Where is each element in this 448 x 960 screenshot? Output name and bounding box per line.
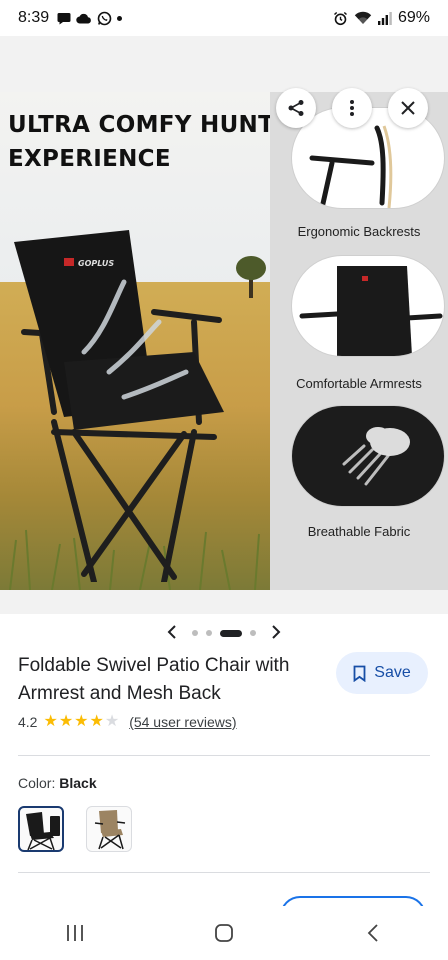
reviews-link[interactable]: (54 user reviews) — [129, 714, 236, 730]
divider — [18, 872, 430, 873]
more-options-button[interactable] — [332, 88, 372, 128]
feature-label-fabric: Breathable Fabric — [307, 524, 411, 539]
product-image-carousel[interactable]: GOPLUS ULTRA COMFY HUNTING EXPERIENCE Er… — [0, 36, 448, 614]
divider — [18, 755, 430, 756]
star-icon: ★ — [43, 713, 58, 730]
color-value: Black — [59, 775, 97, 791]
recents-button[interactable] — [45, 913, 105, 953]
wifi-icon — [354, 11, 372, 24]
back-icon — [368, 924, 378, 942]
color-swatch-black[interactable] — [18, 806, 64, 852]
star-icon: ★ — [74, 713, 89, 730]
chevron-right-icon — [272, 624, 281, 639]
tan-chair-thumbnail — [94, 810, 126, 850]
alarm-icon — [333, 11, 347, 25]
prev-image-button[interactable] — [160, 623, 184, 644]
close-icon — [401, 101, 415, 115]
signal-icon — [377, 11, 392, 25]
recents-icon — [66, 925, 83, 941]
star-empty-icon: ★ — [104, 713, 120, 730]
more-vert-icon — [350, 100, 354, 116]
tree-graphic — [236, 256, 266, 298]
color-selector-label: Color: Black — [18, 775, 97, 791]
star-icon: ★ — [58, 713, 74, 730]
battery-percent: 69% — [397, 9, 430, 26]
color-swatch-tan[interactable] — [86, 806, 132, 852]
share-icon — [288, 100, 304, 116]
rating-value: 4.2 — [18, 714, 38, 730]
product-title: Foldable Swivel Patio Chair with Armrest… — [18, 655, 290, 704]
notification-dot — [117, 15, 123, 21]
back-button[interactable] — [343, 913, 403, 953]
carousel-dot[interactable] — [206, 630, 212, 636]
home-icon — [215, 924, 233, 942]
home-button[interactable] — [194, 913, 254, 953]
color-label: Color: — [18, 775, 56, 791]
bookmark-icon — [353, 665, 366, 682]
feature-label-backrest: Ergonomic Backrests — [297, 224, 421, 239]
armrest-graphic — [299, 266, 443, 356]
carousel-dot[interactable] — [192, 630, 198, 636]
carousel-nav — [0, 622, 448, 644]
chat-bubble-icon — [57, 12, 71, 24]
close-button[interactable] — [388, 88, 428, 128]
status-bar: 8:39 69% — [0, 0, 448, 36]
star-rating: ★ ★ ★ ★ ★ — [43, 714, 119, 730]
fabric-graphic — [342, 427, 410, 486]
black-chair-thumbnail — [26, 812, 60, 850]
status-time: 8:39 — [18, 9, 50, 26]
system-nav-bar — [0, 906, 448, 960]
carousel-dot-active[interactable] — [220, 629, 242, 637]
feature-thumb-armrest — [292, 256, 444, 356]
carousel-dot[interactable] — [250, 630, 256, 636]
save-button[interactable]: Save — [336, 652, 428, 694]
feature-label-armrest: Comfortable Armrests — [296, 376, 422, 391]
feature-thumb-fabric — [292, 406, 444, 506]
chair-illustration: GOPLUS — [14, 230, 224, 582]
star-icon: ★ — [89, 713, 104, 730]
whatsapp-icon — [97, 11, 112, 25]
rating-row: 4.2 ★ ★ ★ ★ ★ (54 user reviews) — [18, 714, 237, 731]
brand-logo: GOPLUS — [78, 259, 114, 268]
cloud-icon — [76, 13, 92, 24]
share-button[interactable] — [276, 88, 316, 128]
next-image-button[interactable] — [264, 623, 288, 644]
save-label: Save — [374, 664, 411, 681]
chevron-left-icon — [167, 624, 176, 639]
